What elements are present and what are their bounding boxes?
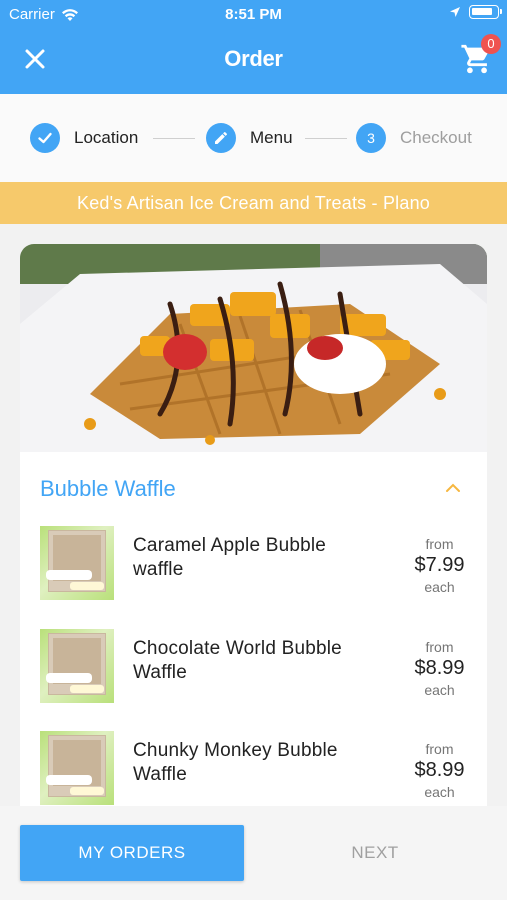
item-name: Chocolate World Bubble Waffle [133, 638, 342, 683]
step-divider [153, 138, 195, 139]
page-title: Order [224, 46, 283, 71]
battery-icon [469, 5, 502, 19]
step-location-label: Location [74, 128, 139, 147]
step-checkout-circle: 3 [356, 123, 386, 153]
step-checkout-label: Checkout [400, 128, 472, 147]
status-right [449, 5, 502, 19]
bottom-action-bar: MY ORDERS NEXT [0, 806, 507, 900]
price-from-label: from [425, 639, 454, 655]
menu-item[interactable]: Chunky Monkey Bubble Waffle from $8.99 e… [20, 731, 487, 806]
store-name-banner: Ked's Artisan Ice Cream and Treats - Pla… [0, 182, 507, 224]
price-amount: $7.99 [414, 554, 465, 576]
section-title: Bubble Waffle [40, 476, 176, 501]
menu-item[interactable]: Caramel Apple Bubble waffle from $7.99 e… [20, 526, 487, 626]
product-thumbnail [40, 731, 114, 805]
step-menu[interactable]: Menu [206, 122, 293, 154]
pencil-icon [215, 131, 228, 144]
item-name: Chunky Monkey Bubble Waffle [133, 740, 338, 785]
price-each-label: each [424, 579, 455, 595]
step-location[interactable]: Location [30, 122, 138, 154]
item-price: from $8.99 each [392, 639, 487, 698]
price-amount: $8.99 [414, 759, 465, 781]
item-price: from $8.99 each [392, 741, 487, 800]
step-divider [305, 138, 347, 139]
checkout-stepper: Location Menu 3 Checkout [0, 94, 507, 182]
price-each-label: each [424, 784, 455, 800]
waffle-photo [20, 244, 487, 452]
check-icon [38, 132, 52, 144]
product-thumbnail [40, 629, 114, 703]
step-checkout[interactable]: 3 Checkout [356, 122, 472, 154]
step-menu-circle [206, 123, 236, 153]
bubble-waffle-section-header[interactable]: Bubble Waffle [20, 452, 487, 522]
cart-count-badge: 0 [481, 34, 501, 54]
status-bar: Carrier 8:51 PM [0, 0, 507, 28]
price-amount: $8.99 [414, 657, 465, 679]
next-button[interactable]: NEXT [263, 825, 487, 881]
item-price: from $7.99 each [392, 536, 487, 595]
my-orders-button[interactable]: MY ORDERS [20, 825, 244, 881]
product-thumbnail [40, 526, 114, 600]
price-each-label: each [424, 682, 455, 698]
clock: 8:51 PM [225, 6, 282, 23]
waffle-illustration [20, 244, 487, 452]
chevron-up-icon[interactable] [444, 482, 462, 494]
price-from-label: from [425, 741, 454, 757]
item-name: Caramel Apple Bubble waffle [133, 535, 327, 580]
price-from-label: from [425, 536, 454, 552]
location-arrow-icon [450, 7, 460, 17]
app-bar: Carrier 8:51 PM Order 0 [0, 0, 507, 94]
step-menu-label: Menu [250, 128, 293, 147]
step-location-circle [30, 123, 60, 153]
menu-item[interactable]: Chocolate World Bubble Waffle from $8.99… [20, 629, 487, 729]
menu-card: Bubble Waffle Caramel Apple Bubble waffl… [20, 244, 487, 806]
